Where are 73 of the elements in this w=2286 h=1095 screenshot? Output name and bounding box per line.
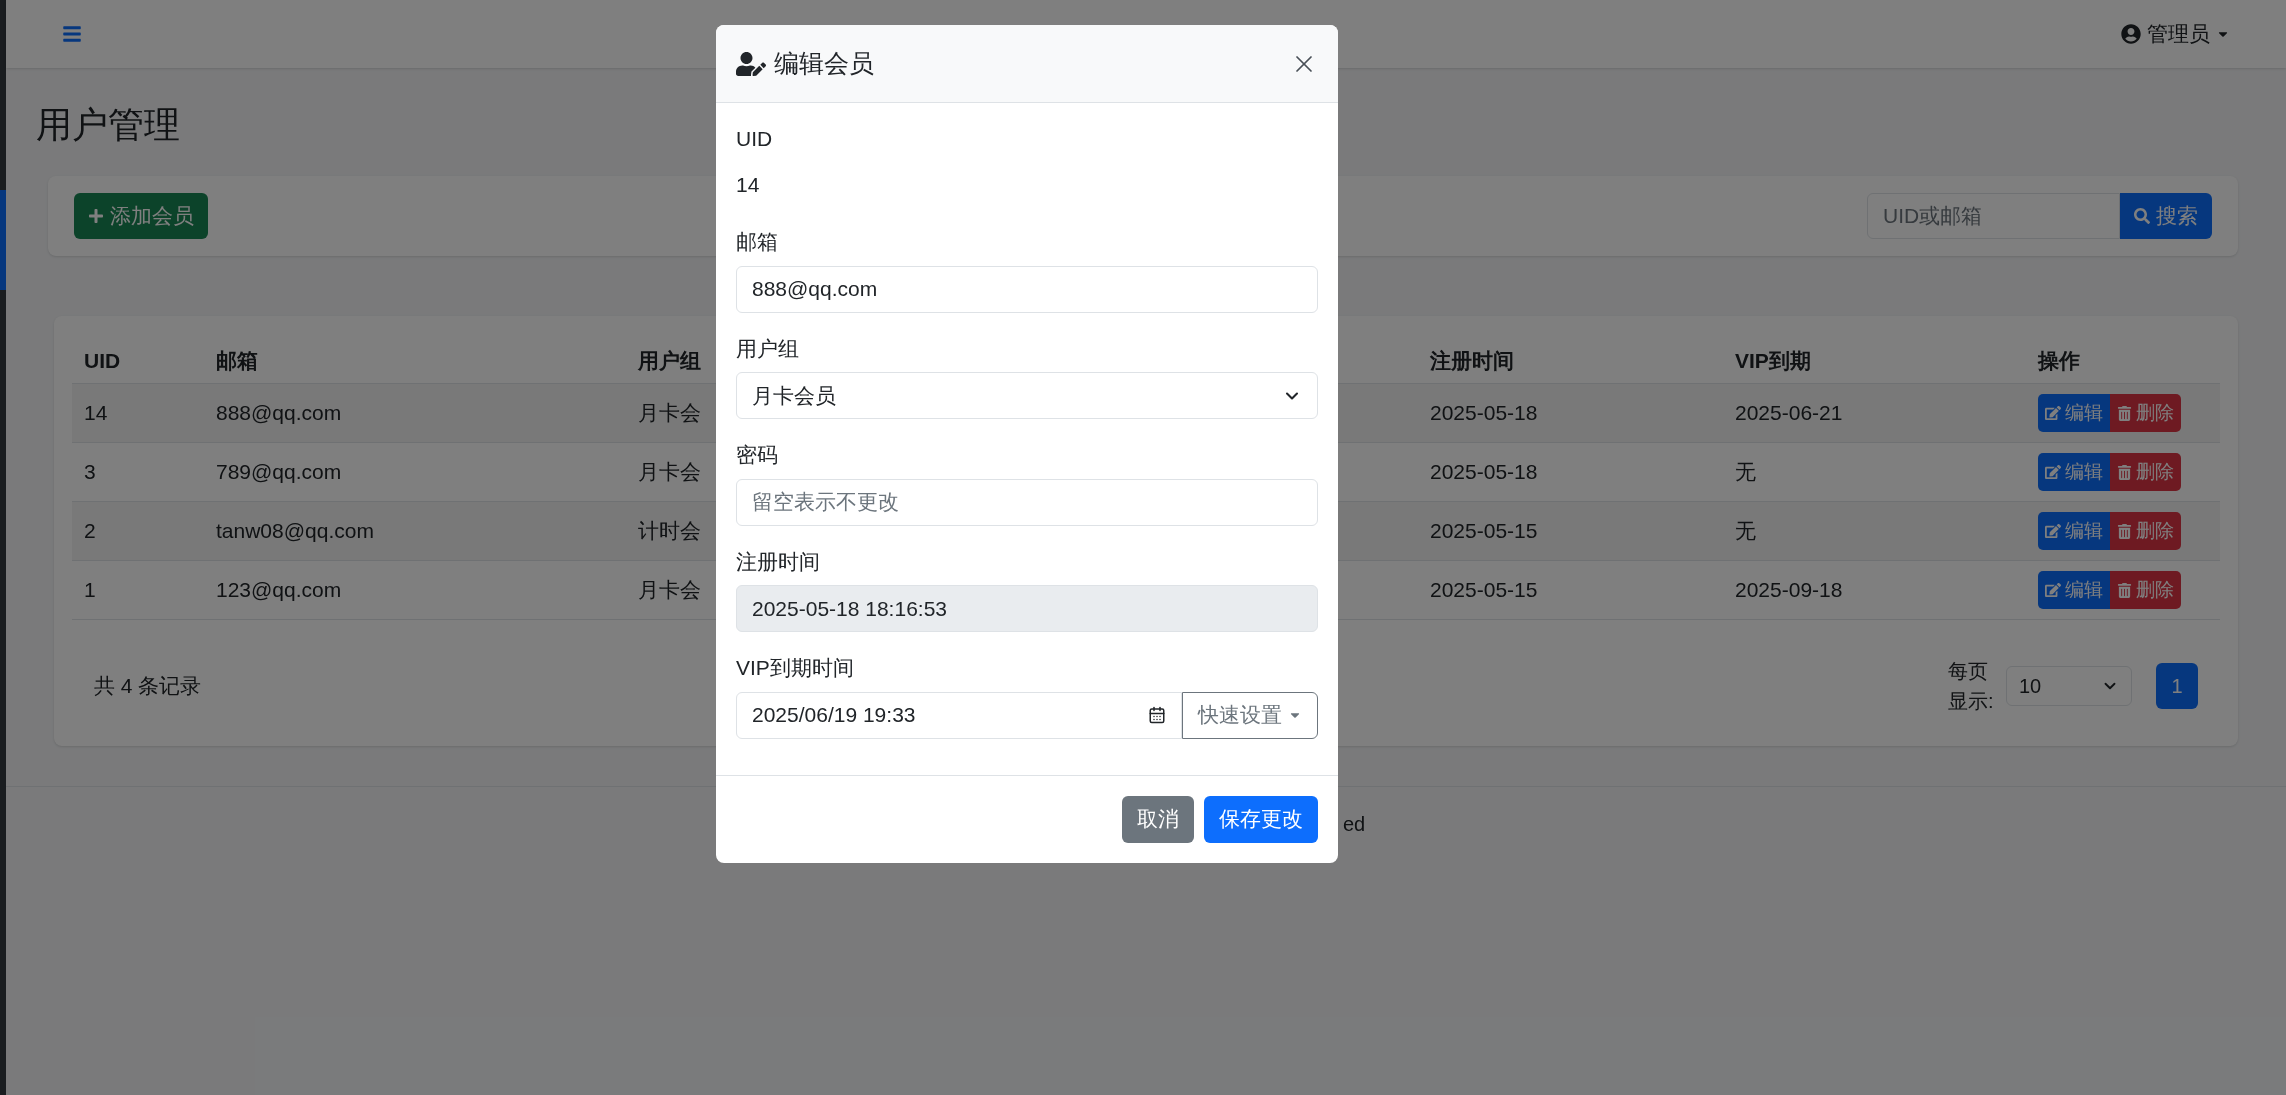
table-cell: 无 [1735, 519, 1756, 543]
column-header: UID [84, 348, 121, 372]
table-cell: 14 [84, 401, 108, 425]
delete-button[interactable]: 删除 [2110, 512, 2181, 550]
cancel-button[interactable]: 取消 [1122, 795, 1194, 843]
column-header: 注册时间 [1430, 348, 1514, 372]
edit-button[interactable]: 编辑 [2038, 453, 2110, 491]
edit-button[interactable]: 编辑 [2038, 571, 2110, 609]
table-cell: 123@qq.com [216, 578, 342, 602]
password-field[interactable]: 留空表示不更改 [736, 478, 1318, 526]
per-page-select[interactable]: 10 [2006, 666, 2132, 706]
search-icon [2134, 208, 2150, 224]
trash-icon [2117, 523, 2132, 539]
quick-set-dropdown[interactable]: 快速设置 [1182, 691, 1318, 739]
search-button[interactable]: 搜索 [2120, 193, 2212, 239]
plus-icon [88, 208, 104, 224]
delete-button[interactable]: 删除 [2110, 453, 2181, 491]
delete-button[interactable]: 删除 [2110, 571, 2181, 609]
edit-icon [2045, 582, 2061, 598]
dialog-title: 编辑会员 [774, 47, 874, 79]
uid-value: 14 [736, 171, 761, 198]
registration-time-field[interactable]: 2025-05-18 18:16:53 [736, 585, 1318, 632]
table-cell: 无 [1735, 460, 1756, 484]
user-group-select[interactable]: 月卡会员 [736, 372, 1318, 419]
table-cell: 月卡会 [638, 401, 701, 425]
field-label: 密码 [736, 442, 779, 468]
footer-text: ed [1343, 813, 1366, 835]
trash-icon [2117, 582, 2132, 598]
table-cell: 2 [84, 519, 96, 543]
table-cell: 2025-09-18 [1735, 578, 1843, 602]
table-cell: 888@qq.com [216, 401, 342, 425]
page-button[interactable]: 1 [2156, 663, 2198, 709]
table-cell: tanw08@qq.com [216, 519, 374, 543]
field-label: 用户组 [736, 335, 800, 362]
trash-icon [2117, 464, 2132, 480]
add-member-button[interactable]: 添加会员 [74, 193, 208, 239]
edit-button[interactable]: 编辑 [2038, 394, 2110, 432]
table-cell: 月卡会 [638, 578, 701, 602]
per-page-label: 每页显示: [1948, 659, 1994, 714]
edit-icon [2045, 405, 2061, 421]
delete-button[interactable]: 删除 [2110, 394, 2181, 432]
edit-button[interactable]: 编辑 [2038, 512, 2110, 550]
calendar-icon [1148, 706, 1166, 724]
field-label: 邮箱 [736, 229, 779, 255]
field-label: 注册时间 [736, 548, 821, 575]
table-cell: 月卡会 [638, 460, 701, 484]
table-cell: 789@qq.com [216, 460, 342, 484]
table-cell: 2025-05-18 [1430, 401, 1538, 425]
trash-icon [2117, 405, 2132, 421]
save-button[interactable]: 保存更改 [1204, 795, 1318, 843]
field-label: UID [736, 126, 774, 152]
table-cell: 计时会 [638, 519, 701, 543]
user-menu[interactable]: 管理员 [2121, 18, 2230, 50]
table-cell: 1 [84, 578, 96, 602]
field-label: VIP到期时间 [736, 655, 855, 681]
record-count: 共 4 条记录 [94, 673, 202, 700]
edit-icon [2045, 464, 2061, 480]
table-cell: 2025-05-15 [1430, 519, 1538, 543]
page-title: 用户管理 [36, 103, 180, 147]
column-header: 用户组 [638, 348, 701, 372]
table-cell: 3 [84, 460, 96, 484]
table-cell: 2025-06-21 [1735, 401, 1843, 425]
user-avatar-icon [2121, 24, 2141, 44]
email-field[interactable]: 888@qq.com [736, 265, 1318, 313]
vip-expiry-field[interactable]: 2025/06/19 19:33 [736, 691, 1182, 739]
edit-icon [2045, 523, 2061, 539]
search-field[interactable]: UID或邮箱 [1867, 193, 2120, 239]
column-header: VIP到期 [1735, 348, 1811, 372]
column-header: 邮箱 [216, 348, 258, 372]
table-cell: 2025-05-15 [1430, 578, 1538, 602]
column-header: 操作 [2038, 348, 2080, 372]
menu-icon[interactable] [62, 24, 82, 44]
table-cell: 2025-05-18 [1430, 460, 1538, 484]
